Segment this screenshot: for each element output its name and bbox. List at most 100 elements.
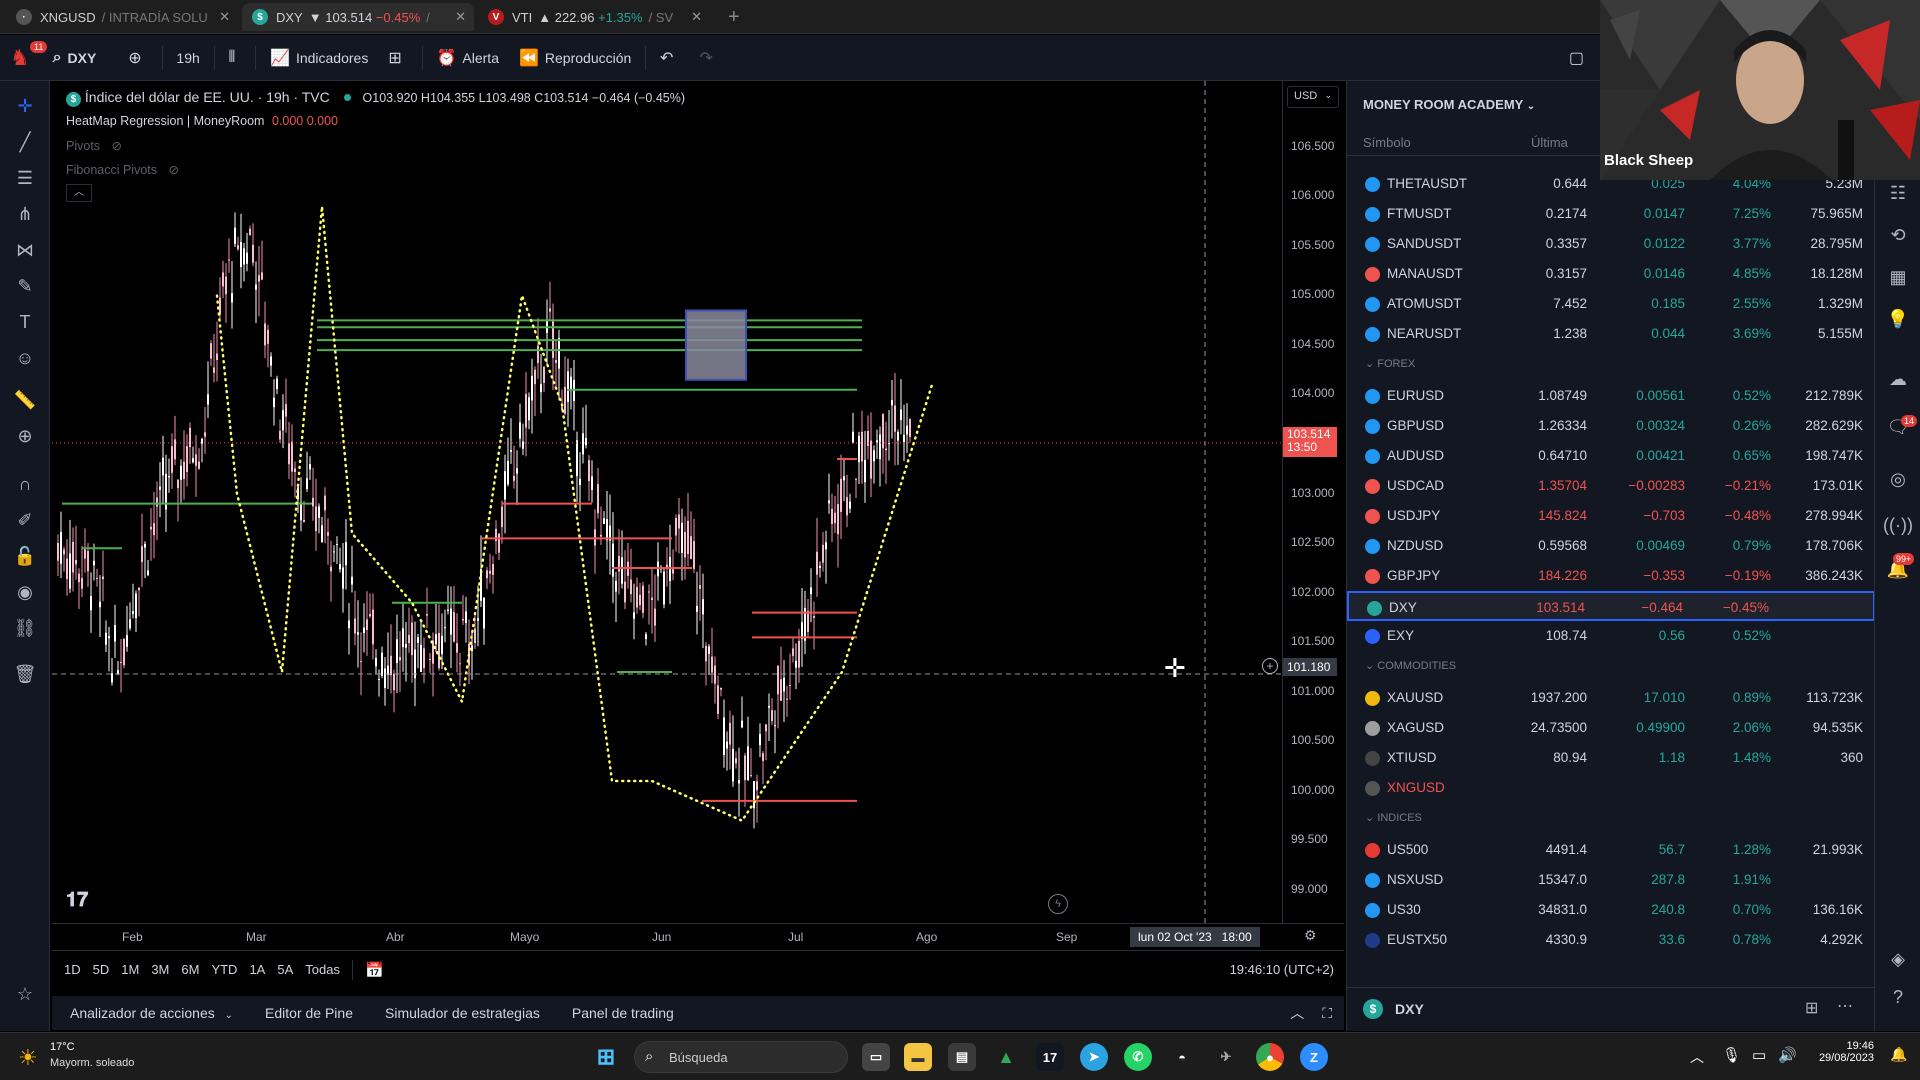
support-icon[interactable]: ◎ <box>1886 467 1910 491</box>
eye-hidden-icon[interactable]: ⊘ <box>112 139 122 153</box>
tab-xngusd[interactable]: · XNGUSD / INTRADÍA SOLU ✕ <box>6 3 238 31</box>
layout-grid-icon[interactable]: ⊞ <box>1805 998 1818 1018</box>
collapse-legend-button[interactable]: ︿ <box>66 184 92 202</box>
undo-button[interactable]: ↶ <box>650 35 689 81</box>
range-6m[interactable]: 6M <box>181 962 199 977</box>
tab-stock-screener[interactable]: Analizador de acciones ⌄ <box>70 1005 233 1021</box>
new-tab-icon[interactable]: + <box>728 6 740 29</box>
zoom-icon[interactable]: ⊕ <box>12 423 38 449</box>
watchlist-row[interactable]: NZDUSD 0.59568 0.00469 0.79% 178.706K <box>1347 531 1875 561</box>
calendar-grid-icon[interactable]: ▦ <box>1886 265 1910 289</box>
watchlist-section-header[interactable]: ⌄ FOREX <box>1365 357 1415 370</box>
ruler-icon[interactable]: 📏 <box>12 387 38 413</box>
github-icon[interactable]: ◓ <box>1168 1043 1196 1071</box>
watchlist-row[interactable]: EUSTX50 4330.9 33.6 0.78% 4.292K <box>1347 925 1875 955</box>
range-5a[interactable]: 5A <box>277 962 293 977</box>
clock-display[interactable]: 19:46:10 (UTC+2) <box>1230 962 1334 977</box>
lightning-icon[interactable]: ϟ <box>1048 894 1068 914</box>
broadcast-icon[interactable]: ((·)) <box>1883 513 1913 537</box>
alerts-icon[interactable]: ⟲ <box>1886 223 1910 247</box>
telegram-icon[interactable]: ➤ <box>1080 1043 1108 1071</box>
chart-pane[interactable]: $ Índice del dólar de EE. UU. · 19h · TV… <box>52 81 1282 923</box>
star-icon[interactable]: ☆ <box>12 981 38 1007</box>
lock-icon[interactable]: 🔓 <box>12 543 38 569</box>
watchlist-row[interactable]: DXY 103.514 −0.464 −0.45% <box>1347 591 1875 621</box>
volume-icon[interactable]: 🔊 <box>1778 1046 1797 1064</box>
watchlist-icon[interactable]: ☷ <box>1886 181 1910 205</box>
footer-symbol[interactable]: DXY <box>1395 1001 1424 1017</box>
watchlist-row[interactable]: ATOMUSDT 7.452 0.185 2.55% 1.329M <box>1347 289 1875 319</box>
watchlist-row[interactable]: FTMUSDT 0.2174 0.0147 7.25% 75.965M <box>1347 199 1875 229</box>
watchlist-row[interactable]: SANDUSDT 0.3357 0.0122 3.77% 28.795M <box>1347 229 1875 259</box>
more-options-icon[interactable]: ⋯ <box>1837 996 1853 1016</box>
lock-pencil-icon[interactable]: ✐ <box>12 507 38 533</box>
alert-button[interactable]: ⏰ Alerta <box>426 35 509 81</box>
settings-icon[interactable]: ⚙ <box>1304 927 1317 944</box>
range-1a[interactable]: 1A <box>249 962 265 977</box>
add-alert-plus-icon[interactable]: + <box>1262 658 1278 674</box>
watchlist-row[interactable]: NEARUSDT 1.238 0.044 3.69% 5.155M <box>1347 319 1875 349</box>
watchlist-row[interactable]: XTIUSD 80.94 1.18 1.48% 360 <box>1347 743 1875 773</box>
watchlist-title[interactable]: MONEY ROOM ACADEMY ⌄ <box>1363 97 1535 112</box>
system-clock[interactable]: 19:46 29/08/2023 <box>1810 1040 1874 1064</box>
pitchfork-icon[interactable]: ⋔ <box>12 201 38 227</box>
close-icon[interactable]: ✕ <box>691 9 702 25</box>
watchlist-row[interactable]: XAGUSD 24.73500 0.49900 2.06% 94.535K <box>1347 713 1875 743</box>
tradingview-app-icon[interactable]: 17 <box>1036 1043 1064 1071</box>
watchlist-row[interactable]: XAUUSD 1937.200 17.010 0.89% 113.723K <box>1347 683 1875 713</box>
maximize-icon[interactable]: ⛶ <box>1322 1005 1332 1022</box>
tab-strategy-tester[interactable]: Simulador de estrategias <box>385 1005 540 1021</box>
crosshair-icon[interactable]: ✛ <box>12 93 38 119</box>
file-explorer-icon[interactable]: ▬ <box>904 1043 932 1071</box>
watchlist-row[interactable]: GBPUSD 1.26334 0.00324 0.26% 282.629K <box>1347 411 1875 441</box>
chevron-up-icon[interactable]: ︿ <box>1690 1047 1704 1067</box>
emoji-icon[interactable]: ☺ <box>12 345 38 371</box>
watchlist-section-header[interactable]: ⌄ COMMODITIES <box>1365 659 1456 672</box>
network-icon[interactable]: ▭ <box>1752 1046 1766 1064</box>
magnet-icon[interactable]: ∩ <box>12 471 38 497</box>
watchlist-section-header[interactable]: ⌄ INDICES <box>1365 811 1422 824</box>
tab-vti[interactable]: V VTI ▲ 222.96 +1.35% / SV ✕ <box>478 3 710 31</box>
horizontal-lines-icon[interactable]: ☰ <box>12 165 38 191</box>
watchlist-row[interactable]: EURUSD 1.08749 0.00561 0.52% 212.789K <box>1347 381 1875 411</box>
redo-button[interactable]: ↷ <box>689 35 728 81</box>
watchlist-row[interactable]: US500 4491.4 56.7 1.28% 21.993K <box>1347 835 1875 865</box>
time-axis[interactable]: Feb Mar Abr Mayo Jun Jul Ago Sep lun 02 Oct '23… <box>52 923 1344 949</box>
chart-type-button[interactable]: ⫴ <box>219 35 252 81</box>
watchlist-row[interactable]: AUDUSD 0.64710 0.00421 0.65% 198.747K <box>1347 441 1875 471</box>
watchlist-row[interactable]: XNGUSD <box>1347 773 1875 803</box>
tab-pine-editor[interactable]: Editor de Pine <box>265 1005 353 1021</box>
notification-bell-icon[interactable]: 🔔 <box>1890 1046 1907 1063</box>
help-icon[interactable]: ? <box>1886 985 1910 1009</box>
watchlist-row[interactable]: NSXUSD 15347.0 287.8 1.91% <box>1347 865 1875 895</box>
watchlist-row[interactable]: USDCAD 1.35704 −0.00283 −0.21% 173.01K <box>1347 471 1875 501</box>
column-header-last[interactable]: Última <box>1531 135 1568 150</box>
brush-icon[interactable]: ✎ <box>12 273 38 299</box>
cloud-icon[interactable]: ☁ <box>1886 367 1910 391</box>
logo-menu-button[interactable]: ♞ 11 <box>0 35 48 81</box>
app-icon[interactable]: ✈ <box>1212 1043 1240 1071</box>
store-icon[interactable]: ▤ <box>948 1043 976 1071</box>
eye-hidden-icon[interactable]: ⊘ <box>169 163 179 177</box>
templates-button[interactable]: ⊞ <box>378 35 417 81</box>
symbol-title[interactable]: Índice del dólar de EE. UU. · 19h · TVC <box>85 89 330 105</box>
range-todas[interactable]: Todas <box>305 962 340 977</box>
task-view-icon[interactable]: ▭ <box>862 1043 890 1071</box>
whatsapp-icon[interactable]: ✆ <box>1124 1043 1152 1071</box>
trendline-icon[interactable]: ╱ <box>12 129 38 155</box>
watchlist-row[interactable]: GBPJPY 184.226 −0.353 −0.19% 386.243K <box>1347 561 1875 591</box>
layers-icon[interactable]: ◈ <box>1886 947 1910 971</box>
calendar-icon[interactable]: 📅 <box>365 961 384 979</box>
range-1m[interactable]: 1M <box>121 962 139 977</box>
tab-dxy[interactable]: $ DXY ▼ 103.514 −0.45% / ✕ <box>242 3 474 31</box>
link-icon[interactable]: ⛓ <box>12 615 38 641</box>
range-3m[interactable]: 3M <box>151 962 169 977</box>
watchlist-row[interactable]: USDJPY 145.824 −0.703 −0.48% 278.994K <box>1347 501 1875 531</box>
trash-icon[interactable]: 🗑 <box>12 661 38 687</box>
microphone-icon[interactable]: 🎙 <box>1722 1046 1741 1064</box>
range-1d[interactable]: 1D <box>64 962 81 977</box>
interval-button[interactable]: 19h <box>166 35 209 81</box>
google-drive-icon[interactable]: ▲ <box>992 1043 1020 1071</box>
indicator-fib-pivots[interactable]: Fibonacci Pivots ⊘ <box>66 162 179 177</box>
watchlist-row[interactable]: MANAUSDT 0.3157 0.0146 4.85% 18.128M <box>1347 259 1875 289</box>
